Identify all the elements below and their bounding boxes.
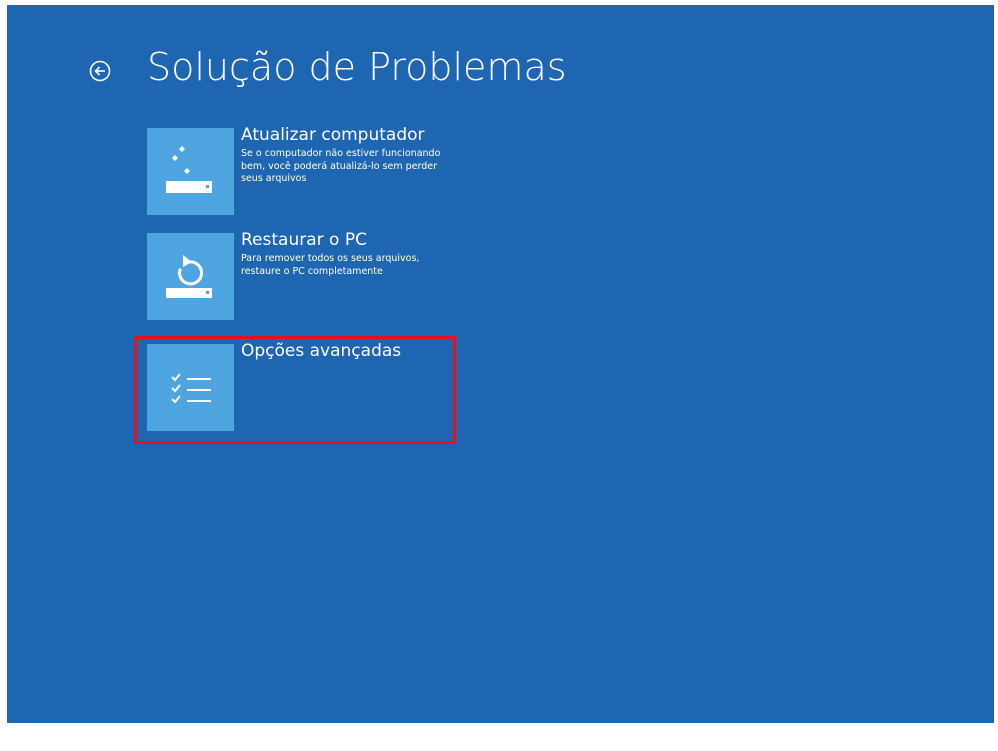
option-title: Restaurar o PC [241, 230, 367, 250]
checklist-icon [171, 373, 211, 404]
option-tile [147, 128, 234, 215]
reset-pc-icon [166, 255, 212, 298]
troubleshoot-screen: Solução de Problemas Atualizar computado… [7, 5, 994, 723]
option-advanced-options[interactable]: Opções avançadas [147, 341, 467, 432]
refresh-pc-icon [166, 146, 212, 193]
option-title: Atualizar computador [241, 125, 425, 145]
page-title: Solução de Problemas [147, 45, 567, 89]
back-arrow-icon [89, 60, 111, 82]
back-button[interactable] [89, 60, 111, 82]
option-description: Se o computador não estiver funcionando … [241, 148, 441, 184]
option-tile [147, 344, 234, 431]
option-title: Opções avançadas [241, 341, 402, 361]
option-reset-pc[interactable]: Restaurar o PC Para remover todos os seu… [147, 230, 467, 321]
option-description: Para remover todos os seus arquivos, res… [241, 253, 420, 277]
option-refresh-pc[interactable]: Atualizar computador Se o computador não… [147, 125, 467, 216]
option-tile [147, 233, 234, 320]
